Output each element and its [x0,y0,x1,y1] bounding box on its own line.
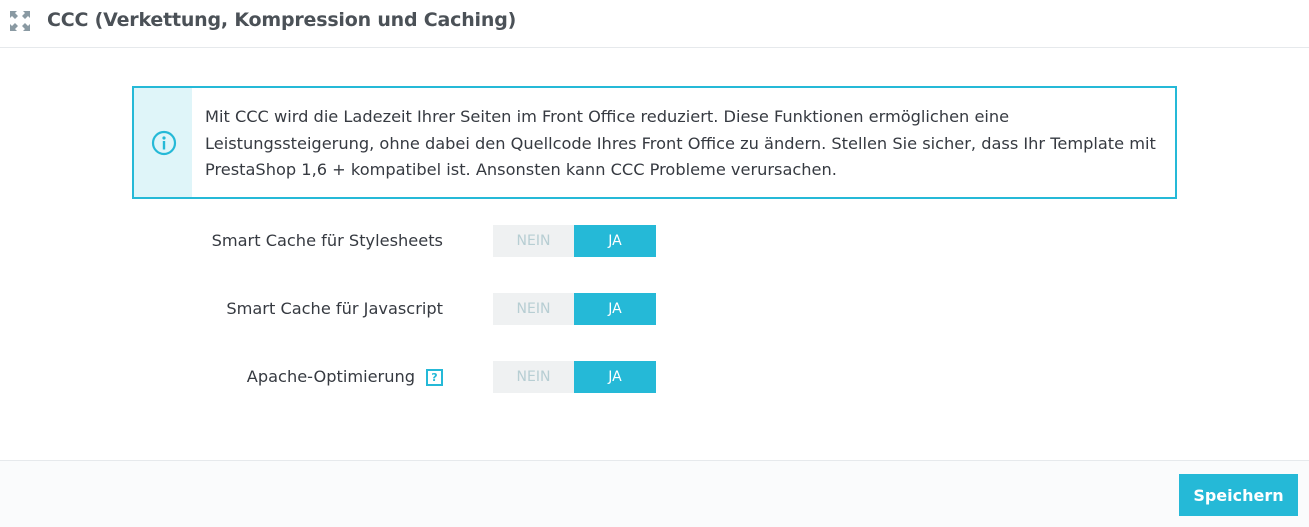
setting-label: Smart Cache für Stylesheets [211,231,443,250]
switch-option-yes[interactable]: JA [574,361,656,393]
save-button[interactable]: Speichern [1179,474,1298,516]
setting-row-smart-cache-js: Smart Cache für Javascript NEIN JA [0,293,1309,327]
panel-header: CCC (Verkettung, Kompression und Caching… [0,0,1309,48]
expand-arrows-icon[interactable] [9,10,31,32]
alert-line: PrestaShop 1,6 + kompatibel ist. Ansonst… [205,160,837,179]
switch-option-no[interactable]: NEIN [493,293,574,325]
setting-label: Smart Cache für Javascript [226,299,443,318]
panel-footer: Speichern [0,460,1309,527]
setting-row-smart-cache-css: Smart Cache für Stylesheets NEIN JA [0,225,1309,259]
smart-cache-js-switch[interactable]: NEIN JA [493,293,656,325]
switch-option-no[interactable]: NEIN [493,225,574,257]
info-icon [151,130,177,156]
switch-option-yes[interactable]: JA [574,225,656,257]
help-icon[interactable]: ? [426,369,443,386]
apache-optimization-switch[interactable]: NEIN JA [493,361,656,393]
setting-row-apache-optimization: Apache-Optimierung? NEIN JA [0,361,1309,395]
info-alert: Mit CCC wird die Ladezeit Ihrer Seiten i… [132,86,1177,199]
setting-label: Apache-Optimierung [246,367,415,386]
smart-cache-css-switch[interactable]: NEIN JA [493,225,656,257]
setting-label-group: Apache-Optimierung? [247,367,443,386]
alert-line: Mit CCC wird die Ladezeit Ihrer Seiten i… [205,107,1010,126]
switch-option-yes[interactable]: JA [574,293,656,325]
panel-title: CCC (Verkettung, Kompression und Caching… [47,9,517,31]
alert-message: Mit CCC wird die Ladezeit Ihrer Seiten i… [205,104,1170,184]
alert-icon-column [134,88,192,197]
alert-line: Leistungssteigerung, ohne dabei den Quel… [205,133,1156,153]
switch-option-no[interactable]: NEIN [493,361,574,393]
